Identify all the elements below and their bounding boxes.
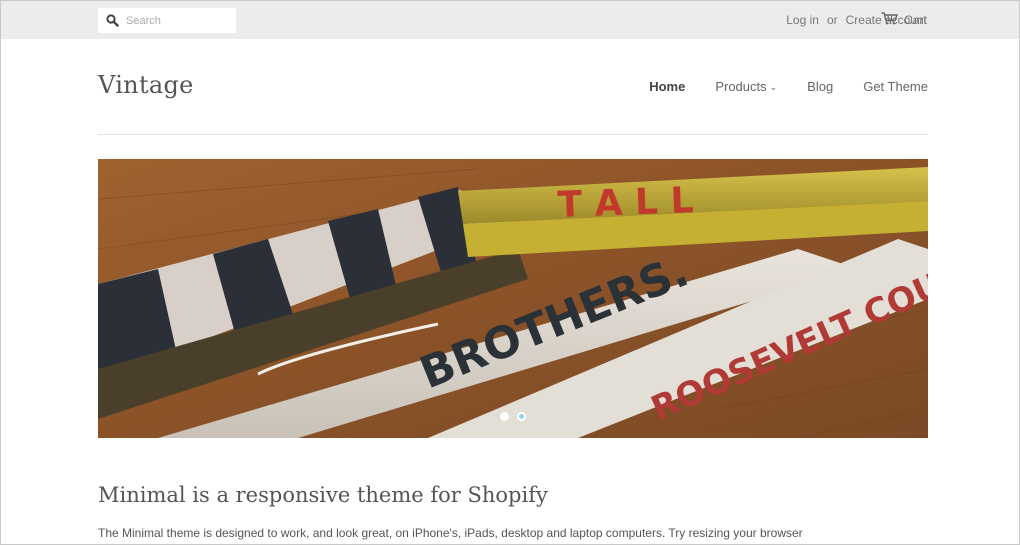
top-bar: Log in or Create account Cart xyxy=(1,1,1019,39)
nav-item-home[interactable]: Home xyxy=(649,79,685,94)
nav-item-label: Home xyxy=(649,79,686,94)
hero-image: BROTHERS. ROOSEVELT COUN T A L L xyxy=(98,159,928,438)
slider-dot-1[interactable] xyxy=(500,412,509,421)
slider-dot-2[interactable] xyxy=(517,412,526,421)
cart-label: Cart xyxy=(904,13,927,27)
slider-dots xyxy=(98,412,928,421)
site-header: Vintage Home Products ⌄ Blog Get Theme xyxy=(98,61,928,135)
site-logo[interactable]: Vintage xyxy=(98,71,194,99)
search-input[interactable] xyxy=(126,14,226,27)
nav-item-label: Get Theme xyxy=(863,79,928,94)
nav-item-get-theme[interactable]: Get Theme xyxy=(863,79,928,94)
nav-item-label: Blog xyxy=(807,79,834,94)
search-box[interactable] xyxy=(98,8,236,33)
hero-slideshow[interactable]: BROTHERS. ROOSEVELT COUN T A L L xyxy=(98,159,928,438)
main-nav: Home Products ⌄ Blog Get Theme xyxy=(619,79,928,94)
nav-item-products[interactable]: Products ⌄ xyxy=(715,79,777,94)
login-link[interactable]: Log in xyxy=(786,13,819,27)
page-heading: Minimal is a responsive theme for Shopif… xyxy=(98,483,548,507)
cart-link[interactable]: Cart xyxy=(881,12,927,28)
nav-item-blog[interactable]: Blog xyxy=(807,79,833,94)
chevron-down-icon: ⌄ xyxy=(769,82,778,92)
cart-icon xyxy=(881,12,898,28)
nav-item-label: Products xyxy=(715,79,767,94)
intro-paragraph: The Minimal theme is designed to work, a… xyxy=(98,526,803,540)
or-separator: or xyxy=(826,13,838,27)
search-icon[interactable] xyxy=(106,13,120,28)
svg-text:T A L L: T A L L xyxy=(557,180,694,226)
